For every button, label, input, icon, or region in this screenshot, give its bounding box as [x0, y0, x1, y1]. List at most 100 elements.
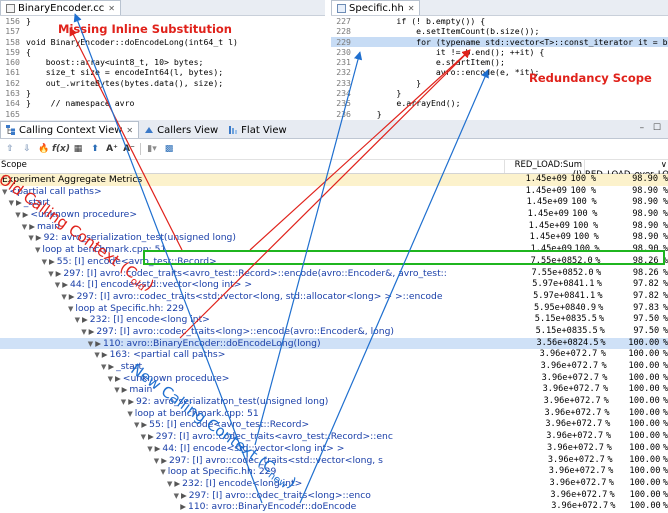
column-select-icon[interactable]: ▦ [72, 143, 84, 155]
call-site-icon[interactable]: ▶ [62, 280, 68, 289]
expand-arrow-icon[interactable]: ▼ [114, 386, 119, 394]
tree-row[interactable]: ▼▶297: [I] avro::codec_traits<long>::enc… [0, 326, 668, 338]
code-line[interactable]: 164} // namespace avro [0, 98, 325, 108]
code-line[interactable]: 160 boost::array<uint8_t, 10> bytes; [0, 57, 325, 67]
code-line[interactable]: 231 e.startItem(); [331, 57, 668, 67]
derived-metric-icon[interactable]: f(x) [55, 143, 67, 155]
call-site-icon[interactable]: ▶ [174, 479, 180, 488]
window-controls[interactable]: – ☐ [640, 123, 664, 133]
tree-row[interactable]: ▼▶232: [I] encode<long int>5.15e+0835.5%… [0, 314, 668, 326]
call-site-icon[interactable]: ▶ [155, 444, 161, 453]
tree-row[interactable]: ▼▶92: avro_serialization_test(unsigned l… [0, 396, 668, 408]
expand-arrow-icon[interactable]: ▼ [94, 351, 99, 359]
tree-row[interactable]: ▼▶110: avro::BinaryEncoder::doEncodeLong… [0, 338, 668, 350]
editor-tab-binaryencoder[interactable]: BinaryEncoder.cc ✕ [0, 0, 121, 15]
code-line[interactable]: 165 [0, 109, 325, 119]
close-icon[interactable]: ✕ [108, 4, 115, 13]
column-red-load[interactable]: RED_LOAD:Sum (I) [504, 160, 584, 173]
call-site-icon[interactable]: ▶ [102, 350, 108, 359]
graph-icon[interactable]: ▮▾ [146, 143, 158, 155]
expand-arrow-icon[interactable]: ▼ [68, 305, 73, 313]
expand-arrow-icon[interactable]: ▼ [174, 492, 179, 500]
close-icon[interactable]: ✕ [408, 4, 415, 13]
expand-arrow-icon[interactable]: ▼ [88, 340, 93, 348]
expand-arrow-icon[interactable]: ▼ [134, 421, 139, 429]
expand-arrow-icon[interactable]: ▼ [141, 433, 146, 441]
call-site-icon[interactable]: ▶ [95, 339, 101, 348]
tree-row[interactable]: ▼▶main1.45e+09100%98.90% [0, 221, 668, 233]
expand-arrow-icon[interactable]: ▼ [35, 246, 40, 254]
code-line[interactable]: 230 it != b.end(); ++it) { [331, 47, 668, 57]
call-site-icon[interactable]: ▶ [122, 385, 128, 394]
code-line[interactable]: 159{ [0, 47, 325, 57]
tree-row[interactable]: ▼▶297: [I] avro::codec_traits<long>::enc… [0, 490, 668, 502]
expand-arrow-icon[interactable]: ▼ [15, 211, 20, 219]
tab-flat[interactable]: Flat View [223, 122, 292, 138]
column-scope[interactable]: Scope [0, 160, 504, 173]
tree-row[interactable]: ▼▶main3.96e+072.7%100.00% [0, 384, 668, 396]
font-increase-icon[interactable]: A⁺ [106, 143, 118, 155]
call-site-icon[interactable]: ▶ [49, 257, 55, 266]
expand-arrow-icon[interactable]: ▼ [147, 445, 152, 453]
tree-row[interactable]: ▼▶297: [I] avro::codec_traits<avro_test:… [0, 268, 668, 280]
code-line[interactable]: 236 } [331, 109, 668, 119]
expand-arrow-icon[interactable]: ▼ [42, 258, 47, 266]
close-icon[interactable]: ✕ [126, 126, 133, 135]
tree-row[interactable]: ▼▶297: [I] avro::codec_traits<std::vecto… [0, 455, 668, 467]
tab-calling-context[interactable]: Calling Context View ✕ [0, 121, 139, 138]
expand-arrow-icon[interactable]: ▼ [167, 480, 172, 488]
expand-arrow-icon[interactable]: ▼ [22, 223, 27, 231]
zoom-out-icon[interactable]: ⇩ [21, 143, 33, 155]
code-line[interactable]: 163} [0, 88, 325, 98]
hot-path-icon[interactable]: 🔥 [38, 143, 50, 155]
expand-arrow-icon[interactable]: ▼ [81, 328, 86, 336]
code-line[interactable]: 229 for (typename std::vector<T>::const_… [331, 37, 668, 47]
expand-arrow-icon[interactable]: ▼ [101, 363, 106, 371]
call-site-icon[interactable]: ▶ [141, 420, 147, 429]
zoom-in-icon[interactable]: ⇧ [4, 143, 16, 155]
call-site-icon[interactable]: ▶ [148, 432, 154, 441]
expand-arrow-icon[interactable]: ▼ [108, 375, 113, 383]
expand-arrow-icon[interactable]: ▼ [55, 281, 60, 289]
call-site-icon[interactable]: ▶ [69, 292, 75, 301]
font-decrease-icon[interactable]: A⁻ [123, 143, 135, 155]
code-line[interactable]: 158void BinaryEncoder::doEncodeLong(int6… [0, 37, 325, 47]
tree-row[interactable]: ▼▶297: [I] avro::codec_traits<std::vecto… [0, 291, 668, 303]
code-line[interactable]: 161 size_t size = encodeInt64(l, bytes); [0, 67, 325, 77]
code-line[interactable]: 227 if (! b.empty()) { [331, 16, 668, 26]
expand-arrow-icon[interactable]: ▼ [61, 293, 66, 301]
expand-arrow-icon[interactable]: ▼ [154, 457, 159, 465]
tree-row[interactable]: ▼▶<unknown procedure>3.96e+072.7%100.00% [0, 373, 668, 385]
call-site-icon[interactable]: ▶ [161, 456, 167, 465]
tree-row[interactable]: ▼▶163: <partial call paths>3.96e+072.7%1… [0, 349, 668, 361]
tree-row[interactable]: ▼▶_start3.96e+072.7%100.00% [0, 361, 668, 373]
expand-arrow-icon[interactable]: ▼ [121, 398, 126, 406]
code-line[interactable]: 162 out_.writeBytes(bytes.data(), size); [0, 78, 325, 88]
expand-arrow-icon[interactable]: ▼ [75, 316, 80, 324]
tree-row[interactable]: ▼▶232: [I] encode<long int>3.96e+072.7%1… [0, 478, 668, 490]
tree-row[interactable]: ▼▶44: [I] encode<std::vector<long int> >… [0, 443, 668, 455]
call-site-icon[interactable]: ▶ [56, 269, 62, 278]
tree-row[interactable]: ▼loop at Specific.hh: 2295.95e+0840.9%97… [0, 303, 668, 315]
tree-row[interactable]: ▼▶<unknown procedure>1.45e+09100%98.90% [0, 209, 668, 221]
editor-tab-specific[interactable]: Specific.hh ✕ [331, 0, 420, 15]
expand-arrow-icon[interactable]: ▼ [160, 468, 165, 476]
call-site-icon[interactable]: ▶ [181, 491, 187, 500]
call-site-icon[interactable]: ▶ [115, 374, 121, 383]
call-site-icon[interactable]: ▶ [82, 315, 88, 324]
export-icon[interactable]: ⬆ [89, 143, 101, 155]
tree-row[interactable]: ▼loop at Specific.hh: 2293.96e+072.7%100… [0, 466, 668, 478]
code-area-right[interactable]: 227 if (! b.empty()) {228 e.setItemCount… [331, 16, 668, 119]
tree-row[interactable]: ▼loop at benchmark.cpp: 513.96e+072.7%10… [0, 408, 668, 420]
call-site-icon[interactable]: ▶ [29, 222, 35, 231]
tree-row[interactable]: ▼▶297: [I] avro::codec_traits<avro_test:… [0, 431, 668, 443]
tree-row[interactable]: ▼▶44: [I] encode<std::vector<long int> >… [0, 279, 668, 291]
tree-row[interactable]: ▼<partial call paths>1.45e+09100%98.90% [0, 186, 668, 198]
tree-row[interactable]: ▼▶55: [I] encode<avro_test::Record>3.96e… [0, 419, 668, 431]
code-line[interactable]: 234 } [331, 88, 668, 98]
code-line[interactable]: 235 e.arrayEnd(); [331, 98, 668, 108]
tree-row[interactable]: Experiment Aggregate Metrics1.45e+09100%… [0, 174, 668, 186]
expand-arrow-icon[interactable]: ▼ [48, 270, 53, 278]
call-site-icon[interactable]: ▶ [36, 233, 42, 242]
expand-arrow-icon[interactable]: ▼ [28, 234, 33, 242]
